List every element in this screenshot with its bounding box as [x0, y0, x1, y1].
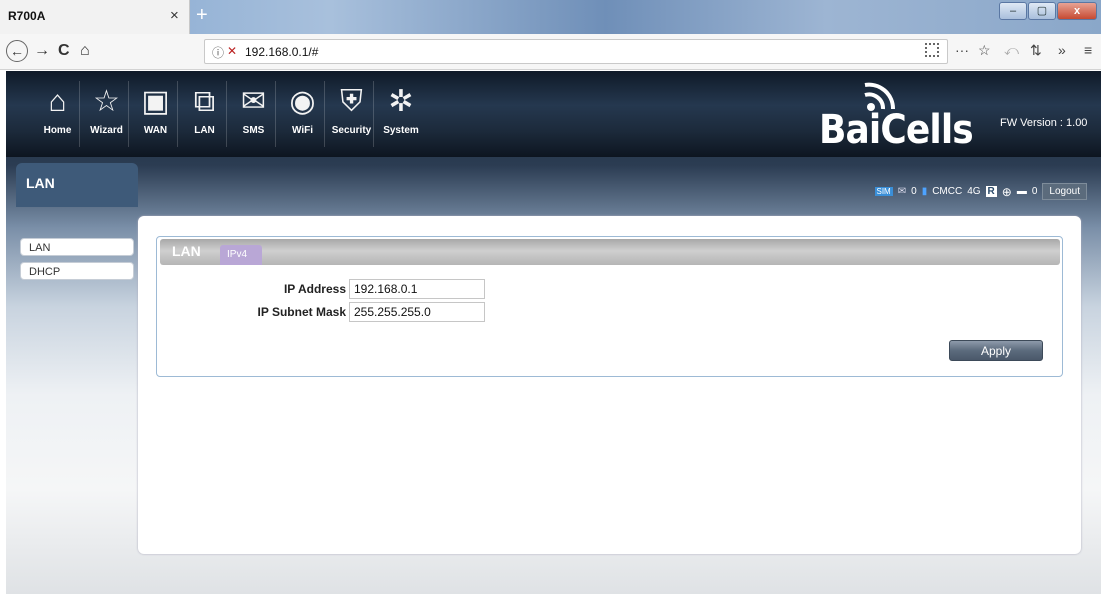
menu-system[interactable]: ✲ System — [379, 81, 423, 147]
router-web-ui: ⌂ Home ☆ Wizard ▣ WAN ⧉ LAN ✉ SMS ◉ WiFi — [6, 71, 1101, 594]
menu-label: Security — [331, 125, 372, 136]
wifi-globe-icon: ◉ — [289, 85, 316, 118]
connected-devices-count: 0 — [1031, 186, 1038, 197]
forward-icon[interactable]: → — [34, 42, 50, 60]
home-icon[interactable]: ⌂ — [80, 42, 90, 60]
box-title: LAN — [172, 243, 201, 259]
minimize-button[interactable]: – — [999, 2, 1027, 20]
overflow-icon[interactable]: » — [1058, 42, 1066, 58]
lan-settings-box: LAN IPv4 IP Address IP Subnet Mask Apply — [156, 236, 1063, 377]
sidebar-item-lan[interactable]: LAN — [20, 238, 134, 256]
bookmark-icon[interactable]: ☆ — [978, 42, 991, 59]
info-icon[interactable]: ⓘ — [212, 44, 224, 61]
message-icon: ✉ — [897, 186, 907, 197]
menu-sms[interactable]: ✉ SMS — [232, 81, 276, 147]
page-title: LAN — [26, 175, 55, 191]
sidebar-item-dhcp[interactable]: DHCP — [20, 262, 134, 280]
address-bar[interactable]: ⓘ ✕ 192.168.0.1/# — [204, 39, 948, 64]
device-icon: ▬ — [1016, 186, 1027, 197]
window-controls: – ▢ x — [999, 2, 1097, 20]
baicells-logo: BaiCells — [819, 77, 979, 153]
subnet-mask-input[interactable] — [349, 302, 485, 322]
subnet-mask-row: IP Subnet Mask — [157, 302, 1064, 322]
screenshot-icon[interactable]: ⇅ — [1030, 42, 1042, 59]
roaming-icon: R — [985, 186, 997, 197]
new-tab-icon[interactable]: + — [196, 4, 208, 27]
menu-home[interactable]: ⌂ Home — [36, 81, 80, 147]
history-back-icon[interactable]: ⤺ — [1004, 42, 1019, 59]
back-icon[interactable]: ← — [6, 40, 28, 62]
menu-label: Home — [43, 125, 72, 136]
menu-lan[interactable]: ⧉ LAN — [183, 81, 227, 147]
menu-label: Wizard — [90, 125, 123, 136]
globe-monitor-icon: ▣ — [141, 85, 170, 118]
sim-card-icon: SIM — [874, 187, 893, 196]
ip-address-input[interactable] — [349, 279, 485, 299]
ip-address-row: IP Address — [157, 279, 1064, 299]
status-indicators: SIM ✉ 0 ▮ CMCC 4G R ⊕ ▬ 0 Logout — [874, 183, 1087, 200]
operator-name: CMCC — [932, 186, 963, 197]
hamburger-menu-icon[interactable]: ≡ — [1084, 42, 1092, 58]
menu-label: LAN — [194, 125, 215, 136]
close-window-button[interactable]: x — [1057, 2, 1097, 20]
tab-ipv4[interactable]: IPv4 — [220, 245, 262, 265]
logout-button[interactable]: Logout — [1042, 183, 1087, 200]
maximize-button[interactable]: ▢ — [1028, 2, 1056, 20]
menu-wan[interactable]: ▣ WAN — [134, 81, 178, 147]
box-header: LAN IPv4 — [160, 239, 1060, 265]
sidebar: LAN DHCP — [16, 209, 138, 594]
qr-code-icon[interactable] — [925, 43, 939, 57]
content-panel: LAN IPv4 IP Address IP Subnet Mask Apply — [138, 216, 1081, 554]
firmware-version: FW Version : 1.00 — [1000, 117, 1088, 129]
reload-icon[interactable]: C — [58, 42, 70, 60]
menu-security[interactable]: ⛨ Security — [330, 81, 374, 147]
wizard-star-icon: ☆ — [93, 85, 120, 118]
sms-count: 0 — [911, 186, 917, 197]
apply-button[interactable]: Apply — [949, 340, 1043, 361]
signal-strength-icon: ▮ — [921, 186, 928, 197]
url-text[interactable]: 192.168.0.1/# — [245, 45, 318, 59]
menu-wizard[interactable]: ☆ Wizard — [85, 81, 129, 147]
subnet-mask-label: IP Subnet Mask — [257, 305, 346, 319]
tab-title: R700A — [8, 9, 46, 23]
status-bar: SIM ✉ 0 ▮ CMCC 4G R ⊕ ▬ 0 Logout — [138, 175, 1093, 205]
internet-globe-icon: ⊕ — [1001, 184, 1012, 199]
browser-tab-bar: R700A × + – ▢ x — [0, 0, 1101, 34]
menu-label: System — [383, 125, 419, 136]
app-header: ⌂ Home ☆ Wizard ▣ WAN ⧉ LAN ✉ SMS ◉ WiFi — [6, 71, 1101, 157]
gears-icon: ✲ — [388, 85, 414, 118]
insecure-lock-icon[interactable]: ✕ — [227, 44, 237, 58]
browser-nav-bar: ← → C ⌂ ⓘ ✕ 192.168.0.1/# ··· ☆ ⤺ ⇅ » ≡ — [0, 34, 1101, 70]
home-icon: ⌂ — [48, 85, 67, 118]
browser-tab[interactable]: R700A × — [0, 0, 190, 34]
logo-text: BaiCells — [819, 107, 974, 153]
network-computers-icon: ⧉ — [193, 85, 216, 118]
page-heading: LAN — [16, 163, 138, 207]
page-actions-icon[interactable]: ··· — [955, 42, 969, 58]
menu-label: WiFi — [291, 125, 313, 136]
menu-wifi[interactable]: ◉ WiFi — [281, 81, 325, 147]
menu-label: SMS — [242, 125, 265, 136]
menu-label: WAN — [143, 125, 168, 136]
main-menu: ⌂ Home ☆ Wizard ▣ WAN ⧉ LAN ✉ SMS ◉ WiFi — [36, 81, 428, 147]
tab-close-icon[interactable]: × — [170, 7, 179, 24]
shield-icon: ⛨ — [340, 85, 363, 118]
envelope-icon: ✉ — [240, 85, 267, 118]
ip-address-label: IP Address — [283, 282, 346, 296]
network-type: 4G — [967, 186, 981, 197]
